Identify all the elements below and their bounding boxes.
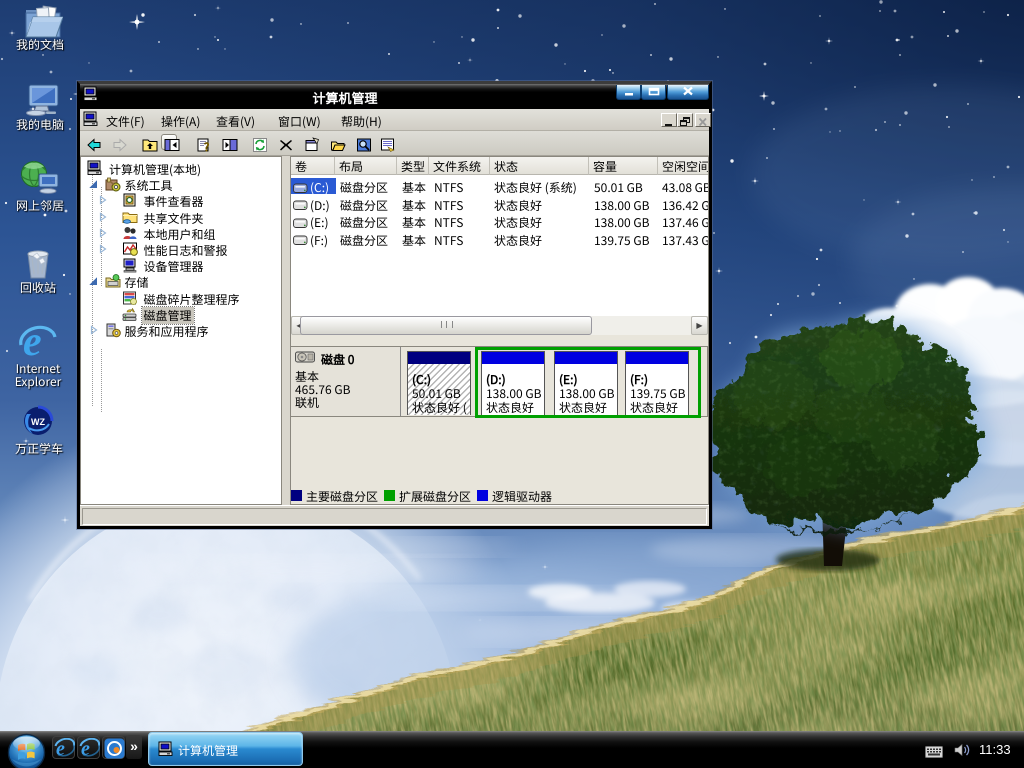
svg-text:WZ: WZ bbox=[31, 417, 45, 427]
svg-text:?: ? bbox=[204, 139, 209, 153]
